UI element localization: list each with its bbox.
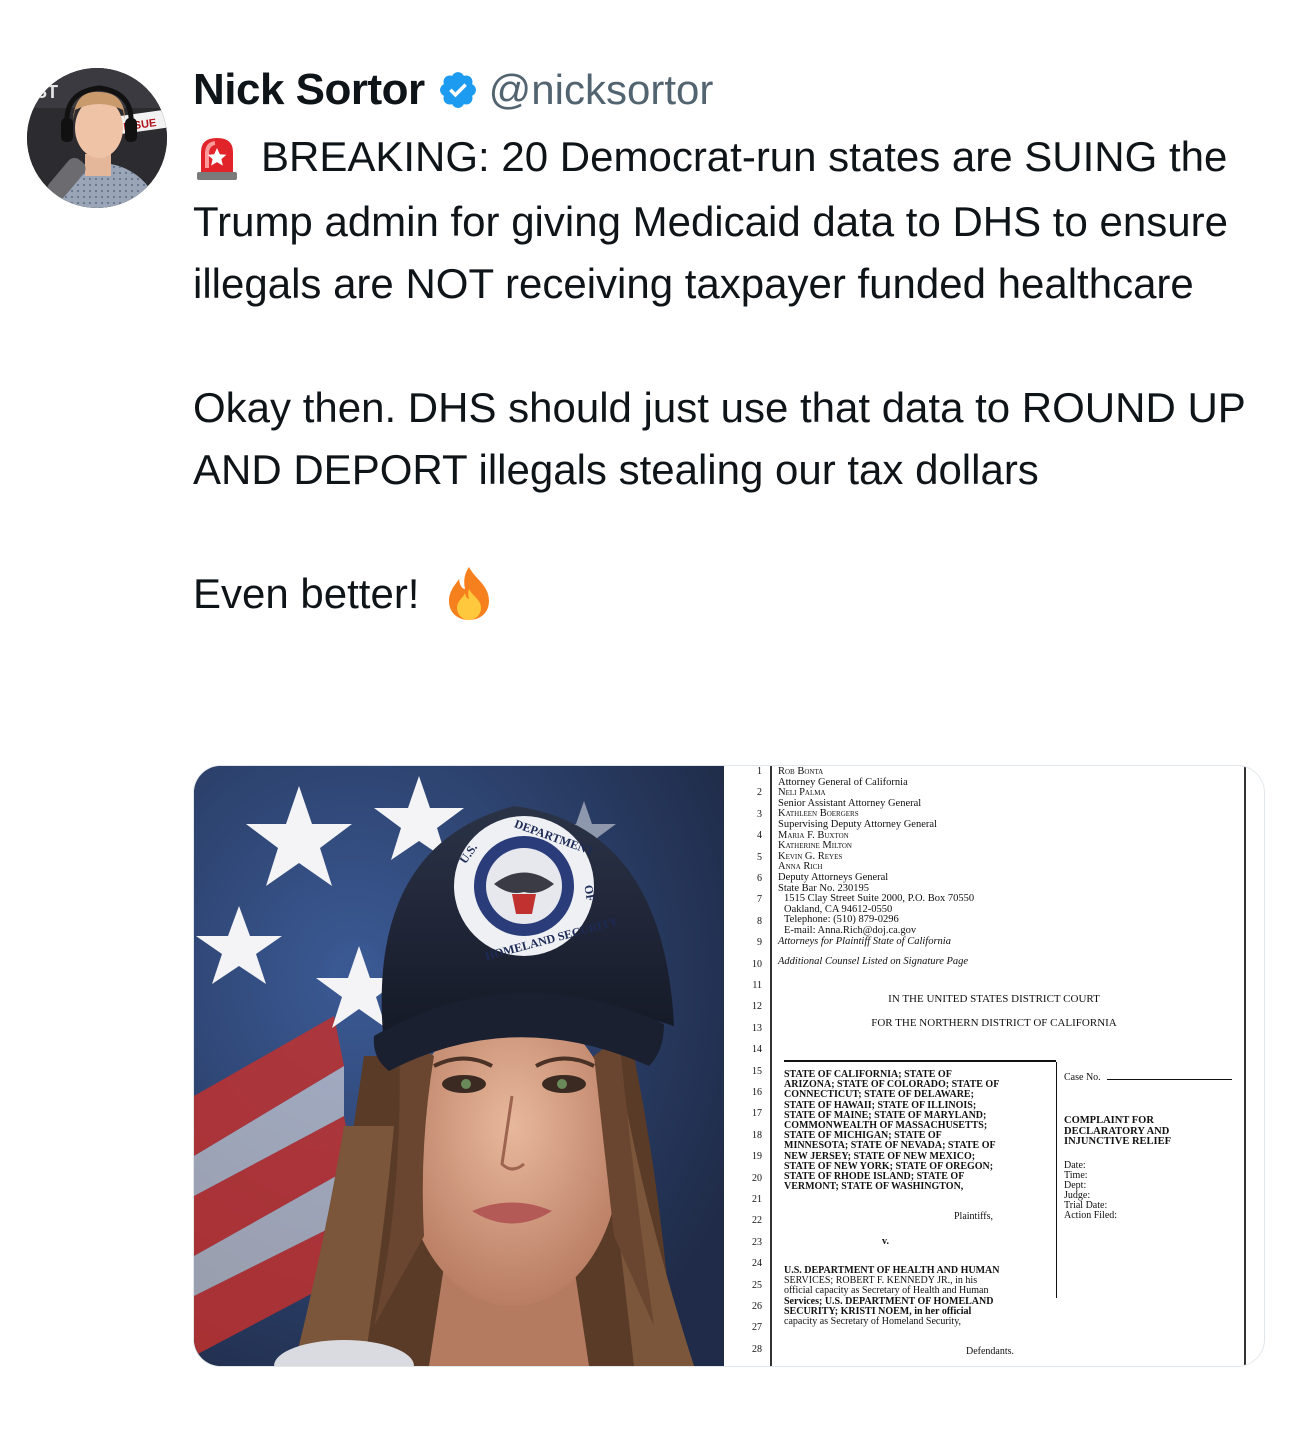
line-number: 3 (757, 808, 762, 820)
court-complaint-document[interactable]: 1 2 3 4 5 6 7 8 9 10 11 12 13 14 15 16 17 18 19 20 21 22 23 24 2… (724, 766, 1264, 1366)
line-number: 7 (757, 894, 762, 906)
line-number-column: 1 2 3 4 5 6 7 8 9 10 11 12 13 14 15 16 17 18 19 20 21 22 23 24 2… (724, 766, 772, 1366)
defendant-line: capacity as Secretary of Homeland Securi… (784, 1316, 962, 1328)
photo-woman-in-dhs-cap[interactable]: DEPARTMENT OF HOMELAND SECURITY U.S. (194, 766, 724, 1366)
plaintiffs-label: Plaintiffs, (954, 1211, 993, 1222)
line-number: 11 (752, 980, 762, 991)
tweet-text-line3: Even better! (193, 569, 420, 617)
line-number: 24 (752, 1258, 762, 1270)
line-number: 2 (757, 787, 762, 799)
line-number: 8 (757, 915, 762, 927)
versus-text: v. (882, 1236, 889, 1247)
line-number: 25 (752, 1279, 762, 1291)
tweet-text-line1: BREAKING: 20 Democrat-run states are SUI… (193, 133, 1228, 307)
hearing-meta: Date: Time: Dept: Judge: Trial Date: Action F… (1064, 1161, 1117, 1221)
counsel-line: Supervising Deputy Attorney General (778, 818, 937, 830)
case-number-blank (1106, 1079, 1232, 1080)
line-number: 26 (752, 1301, 762, 1312)
tweet-body: BREAKING: 20 Democrat-run states are SUI… (193, 126, 1263, 628)
avatar-logo-text: ST (35, 82, 58, 102)
tweet-header: Nick Sortor @nicksortor (193, 60, 713, 120)
complaint-title-line: INJUNCTIVE RELIEF (1064, 1136, 1172, 1147)
tweet-paragraph-1: BREAKING: 20 Democrat-run states are SUI… (193, 126, 1263, 315)
avatar[interactable]: ISSUE ST (27, 68, 167, 208)
defendants-list: U.S. DEPARTMENT OF HEALTH AND HUMAN SERVI… (784, 1265, 1054, 1328)
counsel-line: Attorneys for Plaintiff State of Califor… (778, 935, 951, 947)
line-number: 10 (752, 958, 762, 970)
line-number: 28 (752, 1343, 762, 1355)
line-number: 9 (757, 937, 762, 949)
line-number: 22 (752, 1215, 762, 1227)
counsel-line: Rob Bonta (778, 766, 824, 777)
court-name-line1: IN THE UNITED STATES DISTRICT COURT (888, 993, 1100, 1005)
line-number: 17 (752, 1108, 762, 1120)
line-number: 6 (757, 873, 762, 884)
line-number: 1 (757, 766, 762, 777)
line-number: 23 (752, 1236, 762, 1248)
complaint-title-line: COMPLAINT FOR (1064, 1115, 1154, 1126)
counsel-block: Rob Bonta Attorney General of California… (778, 766, 974, 968)
fire-emoji-icon (431, 565, 493, 628)
plaintiff-line: VERMONT; STATE OF WASHINGTON, (784, 1181, 964, 1193)
line-number: 5 (757, 851, 762, 863)
tweet-text-line2: Okay then. DHS should just use that data… (193, 383, 1246, 493)
plaintiffs-list: STATE OF CALIFORNIA; STATE OF ARIZONA; ST… (784, 1069, 1054, 1193)
cap-seal-text-right: OF (581, 884, 598, 903)
line-number: 21 (752, 1194, 762, 1205)
line-number: 20 (752, 1172, 762, 1184)
tweet-paragraph-3: Even better! (193, 563, 1263, 628)
line-number: 15 (752, 1065, 762, 1077)
hearing-meta-line: Action Filed: (1064, 1210, 1118, 1221)
right-margin-rule (1244, 766, 1246, 1366)
verified-badge-icon (437, 69, 479, 111)
author-name[interactable]: Nick Sortor (193, 65, 425, 115)
counsel-line: Deputy Attorneys General (778, 871, 889, 883)
siren-emoji-icon (193, 129, 261, 191)
counsel-line: E-mail: Anna.Rich@doj.ca.gov (784, 924, 917, 936)
line-number: 19 (752, 1151, 762, 1163)
case-number-field: Case No. (1064, 1072, 1232, 1083)
line-number: 18 (752, 1129, 762, 1141)
complaint-title: COMPLAINT FOR DECLARATORY AND INJUNCTIVE R… (1064, 1115, 1172, 1148)
case-number-label: Case No. (1064, 1072, 1101, 1083)
author-handle[interactable]: @nicksortor (489, 66, 714, 114)
additional-counsel: Additional Counsel Listed on Signature P… (778, 956, 969, 968)
line-number: 14 (752, 1044, 762, 1056)
line-number: 16 (752, 1087, 762, 1098)
tweet-media[interactable]: DEPARTMENT OF HOMELAND SECURITY U.S. 123… (193, 765, 1265, 1367)
court-name-line2: FOR THE NORTHERN DISTRICT OF CALIFORNIA (871, 1017, 1117, 1029)
defendants-label: Defendants. (966, 1346, 1015, 1357)
line-number: 4 (757, 830, 762, 842)
line-number: 27 (752, 1322, 762, 1334)
